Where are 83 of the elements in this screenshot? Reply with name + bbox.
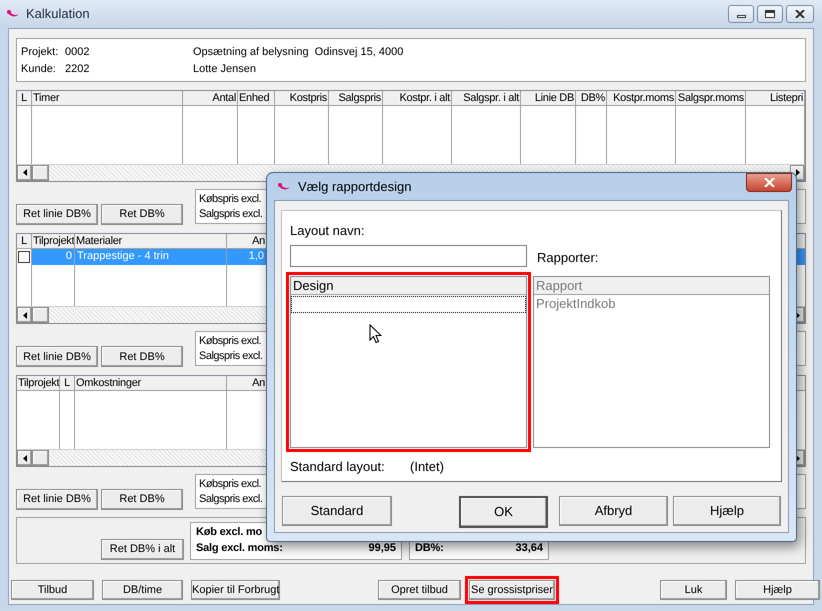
field-value: 0002 <box>65 45 90 60</box>
scroll-left-icon[interactable] <box>17 450 32 466</box>
footer-button[interactable]: DB/time <box>102 580 183 600</box>
totals-label: Salg excl. moms: <box>196 540 283 556</box>
dialog-button[interactable]: Hjælp <box>673 496 781 526</box>
column-header[interactable]: Salgspr. i alt <box>462 90 520 105</box>
logo-icon <box>6 9 20 19</box>
table-cell-text: 0 <box>64 248 73 264</box>
design-list[interactable]: Design <box>290 276 527 448</box>
standard-layout-label: Standard layout: <box>290 458 386 476</box>
scroll-thumb[interactable] <box>32 450 49 466</box>
column-header[interactable]: An <box>251 376 266 390</box>
column-header[interactable]: Omkostninger <box>75 376 142 390</box>
row-checkbox[interactable] <box>18 250 30 263</box>
project-description: Opsætning af belysning Odinsvej 15, 4000 <box>193 45 404 60</box>
recalculate-button[interactable]: Ret linie DB% <box>16 346 98 368</box>
window-title: Kalkulation <box>26 5 90 24</box>
column-header[interactable]: Salgspris <box>337 90 382 105</box>
mouse-cursor-icon <box>369 324 382 344</box>
info-text: Købspris excl. <box>199 477 262 492</box>
column-header[interactable]: Kostpris <box>288 90 328 105</box>
column-header[interactable]: Listepri <box>768 90 804 105</box>
info-text: Salgspris excl. <box>199 492 262 508</box>
recalculate-total-button[interactable]: Ret DB% i alt <box>101 539 184 560</box>
footer-button[interactable]: Tilbud <box>11 580 94 600</box>
dialog-button[interactable]: OK <box>459 496 548 528</box>
maximize-icon[interactable] <box>757 5 783 23</box>
column-header[interactable]: Kostpr. i alt <box>398 90 451 105</box>
totals-label: DB%: <box>415 540 444 556</box>
column-header[interactable]: Tilprojekt <box>17 376 59 390</box>
reports-label: Rapporter: <box>537 250 598 266</box>
scroll-left-icon[interactable] <box>17 307 32 324</box>
footer-button[interactable]: Se grossistpriser <box>469 580 555 600</box>
layout-name-label: Layout navn: <box>290 223 366 239</box>
recalculate-button[interactable]: Ret DB% <box>101 346 183 368</box>
recalculate-button[interactable]: Ret linie DB% <box>16 204 98 225</box>
logo-icon <box>277 182 291 192</box>
recalculate-button[interactable]: Ret DB% <box>101 489 183 510</box>
column-header[interactable]: Design <box>293 276 334 296</box>
column-header[interactable]: Kostpr.moms <box>612 90 675 105</box>
column-header[interactable]: Salgspr.moms <box>676 90 745 105</box>
totals-value: 99,95 <box>368 540 396 556</box>
column-header[interactable]: Tilprojekt <box>32 234 74 248</box>
focus-row[interactable] <box>291 296 526 313</box>
dialog-button[interactable]: Standard <box>282 496 392 526</box>
footer-button[interactable]: Luk <box>660 580 727 600</box>
column-header[interactable]: L <box>20 90 28 105</box>
dialog-title: Vælg rapportdesign <box>298 178 412 196</box>
scroll-left-icon[interactable] <box>17 164 32 181</box>
standard-layout-value: (Intet) <box>410 458 444 476</box>
close-icon[interactable] <box>786 5 814 23</box>
column-header[interactable]: An <box>251 234 266 248</box>
column-header[interactable]: Enhed <box>238 90 270 105</box>
footer-button[interactable]: Kopier til Forbrugt <box>191 580 280 600</box>
info-text: Salgspris excl. <box>199 349 262 364</box>
dialog-button[interactable]: Afbryd <box>559 496 668 526</box>
recalculate-button[interactable]: Ret DB% <box>101 204 183 225</box>
project-description: Lotte Jensen <box>193 62 257 77</box>
field-label: Kunde: <box>21 62 57 78</box>
scroll-thumb[interactable] <box>32 307 49 324</box>
info-text: Salgspris excl. <box>199 206 262 222</box>
field-label: Projekt: <box>21 45 60 60</box>
layout-name-field[interactable] <box>290 245 527 267</box>
totals-label: Køb excl. mo <box>196 524 262 540</box>
info-text: Købspris excl. <box>199 334 262 350</box>
totals-value: 33,64 <box>515 540 543 556</box>
column-header[interactable]: Antal <box>211 90 237 105</box>
column-header[interactable]: Materialer <box>75 234 123 248</box>
field-value: 2202 <box>65 62 90 78</box>
scroll-thumb[interactable] <box>32 164 49 181</box>
column-header[interactable]: Timer <box>32 90 60 105</box>
minimize-icon[interactable] <box>728 5 754 23</box>
table-cell-text: Trappestige - 4 trin <box>76 248 170 264</box>
table-cell-text: 1,0 <box>248 248 265 264</box>
column-header[interactable]: L <box>20 234 28 248</box>
recalculate-button[interactable]: Ret linie DB% <box>16 489 98 510</box>
column-header[interactable]: DB% <box>580 90 606 105</box>
close-icon[interactable] <box>746 173 792 192</box>
footer-button[interactable]: Opret tilbud <box>378 580 461 600</box>
column-header[interactable]: L <box>63 376 71 390</box>
footer-button[interactable]: Hjælp <box>735 580 820 600</box>
column-header[interactable]: Linie DB <box>534 90 575 105</box>
info-text: Købspris excl. <box>199 192 262 207</box>
